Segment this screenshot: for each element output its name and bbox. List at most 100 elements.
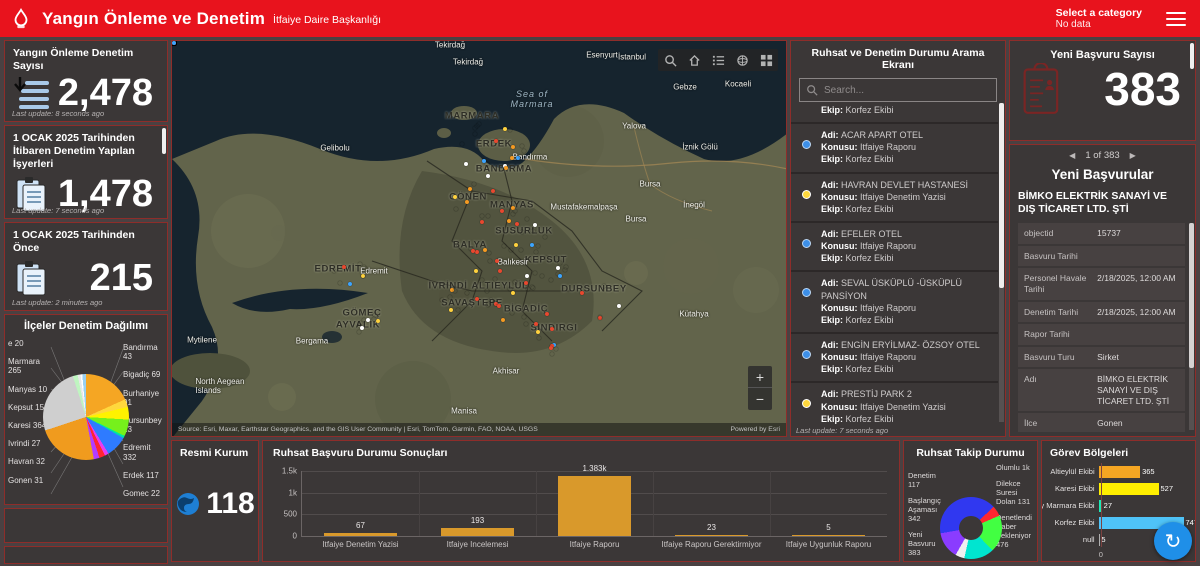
bar-value-label: 5 bbox=[826, 523, 830, 532]
stat-title: 1 OCAK 2025 Tarihinden İtibaren Denetim … bbox=[13, 132, 159, 171]
bar-value-label: 1.383k bbox=[582, 464, 606, 473]
refresh-button[interactable]: ↻ bbox=[1154, 522, 1192, 560]
last-update: Last update: 2 minutes ago bbox=[12, 298, 102, 307]
pie-legend-item: Marmara 265 bbox=[8, 357, 52, 375]
hbar-1[interactable] bbox=[1099, 483, 1159, 495]
pie-legend-item: Erdek 117 bbox=[123, 471, 165, 480]
y-axis-tick: 1k bbox=[289, 488, 297, 497]
details-scrollbar[interactable] bbox=[1189, 223, 1194, 430]
bar-2[interactable] bbox=[558, 476, 631, 536]
count-card-yeni-basvuru: Yeni Başvuru Sayısı 383 bbox=[1009, 40, 1196, 141]
hbar-value-label: 365 bbox=[1140, 467, 1155, 476]
pie-legend-item: Burhaniye 91 bbox=[123, 389, 165, 407]
pie-legend-item: Gonen 31 bbox=[8, 476, 52, 485]
axis-line bbox=[1101, 463, 1102, 547]
list-item[interactable]: Adi: HAVRAN DEVLET HASTANESİKonusu: Itfa… bbox=[791, 174, 998, 223]
search-icon[interactable] bbox=[658, 49, 682, 71]
hbar-value-label: 27 bbox=[1102, 501, 1112, 510]
app-header: Yangın Önleme ve Denetim İtfaiye Daire B… bbox=[0, 0, 1200, 37]
list-item[interactable]: Adi: PRESTİJ PARK 2Konusu: Itfaiye Denet… bbox=[791, 383, 998, 424]
stat-card-once: 1 OCAK 2025 Tarihinden Önce 215 Last upd… bbox=[4, 222, 168, 311]
panel-title: Ruhsat ve Denetim Durumu Arama Ekranı bbox=[791, 41, 1005, 76]
category-label: Select a category bbox=[1056, 7, 1142, 19]
map-markers bbox=[172, 41, 786, 436]
chart-title: Ruhsat Başvuru Durumu Sonuçları bbox=[263, 441, 899, 461]
hbar-category-label: Korfez Ekibi bbox=[1055, 518, 1099, 527]
basemap-grid-icon[interactable] bbox=[754, 49, 778, 71]
stat-title: Resmi Kurum bbox=[172, 441, 258, 465]
stat-value: 215 bbox=[90, 259, 153, 297]
scrollbar-thumb[interactable] bbox=[1190, 43, 1194, 69]
prev-page-icon[interactable]: ◀ bbox=[1069, 151, 1075, 160]
list-item[interactable]: Adi: SEVAL ÜSKÜPLÜ -ÜSKÜPLÜ PANSİYONKonu… bbox=[791, 272, 998, 334]
search-box[interactable] bbox=[799, 78, 997, 102]
legend-icon[interactable] bbox=[706, 49, 730, 71]
map-attribution: Source: Esri, Maxar, Earthstar Geographi… bbox=[172, 423, 786, 436]
bar-4[interactable] bbox=[792, 535, 865, 536]
search-list-panel: Ruhsat ve Denetim Durumu Arama Ekranı Ek… bbox=[790, 40, 1006, 437]
detail-row: Personel Havale Tarihi2/18/2025, 12:00 A… bbox=[1018, 268, 1185, 299]
bar-3[interactable] bbox=[675, 535, 748, 536]
pie-legend-item: e 20 bbox=[8, 339, 52, 348]
marker-yellow-icon bbox=[802, 190, 811, 199]
pager: ◀ 1 of 383 ▶ bbox=[1010, 145, 1195, 161]
map-zoom-control: + − bbox=[748, 366, 772, 410]
hbar-category-label: Karesi Ekibi bbox=[1055, 484, 1099, 493]
x-axis-label: Itfaiye Incelemesi bbox=[447, 540, 509, 549]
details-panel-yeni-basvurular: ◀ 1 of 383 ▶ Yeni Başvurular BİMKO ELEKT… bbox=[1009, 144, 1196, 437]
hbar-0[interactable] bbox=[1099, 466, 1140, 478]
menu-hamburger-icon[interactable] bbox=[1166, 12, 1186, 26]
bar-chart[interactable]: 05001k1.5k67Itfaiye Denetim Yazisi193Itf… bbox=[301, 471, 887, 537]
empty-card bbox=[4, 546, 168, 564]
bar-0[interactable] bbox=[324, 533, 397, 536]
clipboard-icon bbox=[13, 259, 49, 297]
donut-legend-item: Olumlu 1k bbox=[996, 463, 1034, 472]
list-scrollbar[interactable] bbox=[999, 103, 1004, 422]
x-axis-label: Itfaiye Raporu Gerektirmiyor bbox=[661, 540, 761, 549]
zoom-in-button[interactable]: + bbox=[748, 366, 772, 388]
layers-icon[interactable] bbox=[730, 49, 754, 71]
marker-blue-icon bbox=[802, 288, 811, 297]
donut-card-ruhsat-takip: Ruhsat Takip Durumu Denetim 117Başlangıç… bbox=[903, 440, 1038, 562]
detail-row: Rapor Tarihi bbox=[1018, 324, 1185, 345]
pie-legend-right: Bandırma 43Bigadiç 69Burhaniye 91Dursunb… bbox=[123, 343, 165, 505]
detail-row: AdıBİMKO ELEKTRİK SANAYİ VE DIŞ TİCARET … bbox=[1018, 369, 1185, 411]
bar-1[interactable] bbox=[441, 528, 514, 536]
marker-yellow-icon bbox=[802, 399, 811, 408]
y-axis-tick: 1.5k bbox=[282, 467, 297, 476]
clipboard-person-icon bbox=[1020, 63, 1064, 115]
stat-card-itibaren: 1 OCAK 2025 Tarihinden İtibaren Denetim … bbox=[4, 125, 168, 219]
map-panel[interactable]: Sea ofMarmaraMARMARAERDEKBANDIRMAGÖNENMA… bbox=[171, 40, 787, 437]
home-icon[interactable] bbox=[682, 49, 706, 71]
next-page-icon[interactable]: ▶ bbox=[1130, 151, 1136, 160]
last-update: Last update: 7 seconds ago bbox=[12, 206, 104, 215]
bar-value-label: 193 bbox=[471, 516, 484, 525]
list-item[interactable]: Adi: EFELER OTELKonusu: Itfaiye RaporuEk… bbox=[791, 223, 998, 272]
x-axis-label: Itfaiye Raporu bbox=[570, 540, 620, 549]
panel-title: Yeni Başvurular bbox=[1010, 161, 1195, 188]
pie-legend-item: Edremit 332 bbox=[123, 443, 165, 461]
axis-tick-zero: 0 bbox=[1099, 550, 1103, 559]
marker-blue-icon bbox=[802, 350, 811, 359]
zoom-out-button[interactable]: − bbox=[748, 388, 772, 410]
bar-value-label: 23 bbox=[707, 523, 716, 532]
bar-value-label: 67 bbox=[356, 521, 365, 530]
y-axis-tick: 0 bbox=[293, 532, 297, 541]
search-input[interactable] bbox=[824, 85, 974, 96]
pie-legend-item: Dursunbey 13 bbox=[123, 416, 165, 434]
search-icon bbox=[806, 84, 818, 96]
stat-value: 118 bbox=[206, 487, 254, 521]
donut-chart[interactable] bbox=[940, 497, 1002, 559]
detail-row: İlceGonen bbox=[1018, 413, 1185, 432]
hbar-category-label: Altieylül Ekibi bbox=[1050, 467, 1098, 476]
page-title: Yangın Önleme ve Denetim bbox=[42, 9, 265, 29]
pie-chart[interactable] bbox=[43, 374, 129, 460]
list-item[interactable]: Adi: ENGİN ERYİLMAZ- ÖZSOY OTELKonusu: I… bbox=[791, 334, 998, 383]
detail-row: Basvuru Tarihi bbox=[1018, 246, 1185, 267]
scrollbar-thumb[interactable] bbox=[162, 128, 166, 154]
category-selector[interactable]: Select a category No data bbox=[1056, 7, 1142, 30]
detail-row: Denetim Tarihi2/18/2025, 12:00 AM bbox=[1018, 302, 1185, 323]
list-item[interactable]: Adi: ACAR APART OTELKonusu: Itfaiye Rapo… bbox=[791, 124, 998, 173]
attribution-text: Source: Esri, Maxar, Earthstar Geographi… bbox=[178, 426, 538, 433]
list-item[interactable]: Ekip: Korfez Ekibi bbox=[791, 103, 998, 124]
